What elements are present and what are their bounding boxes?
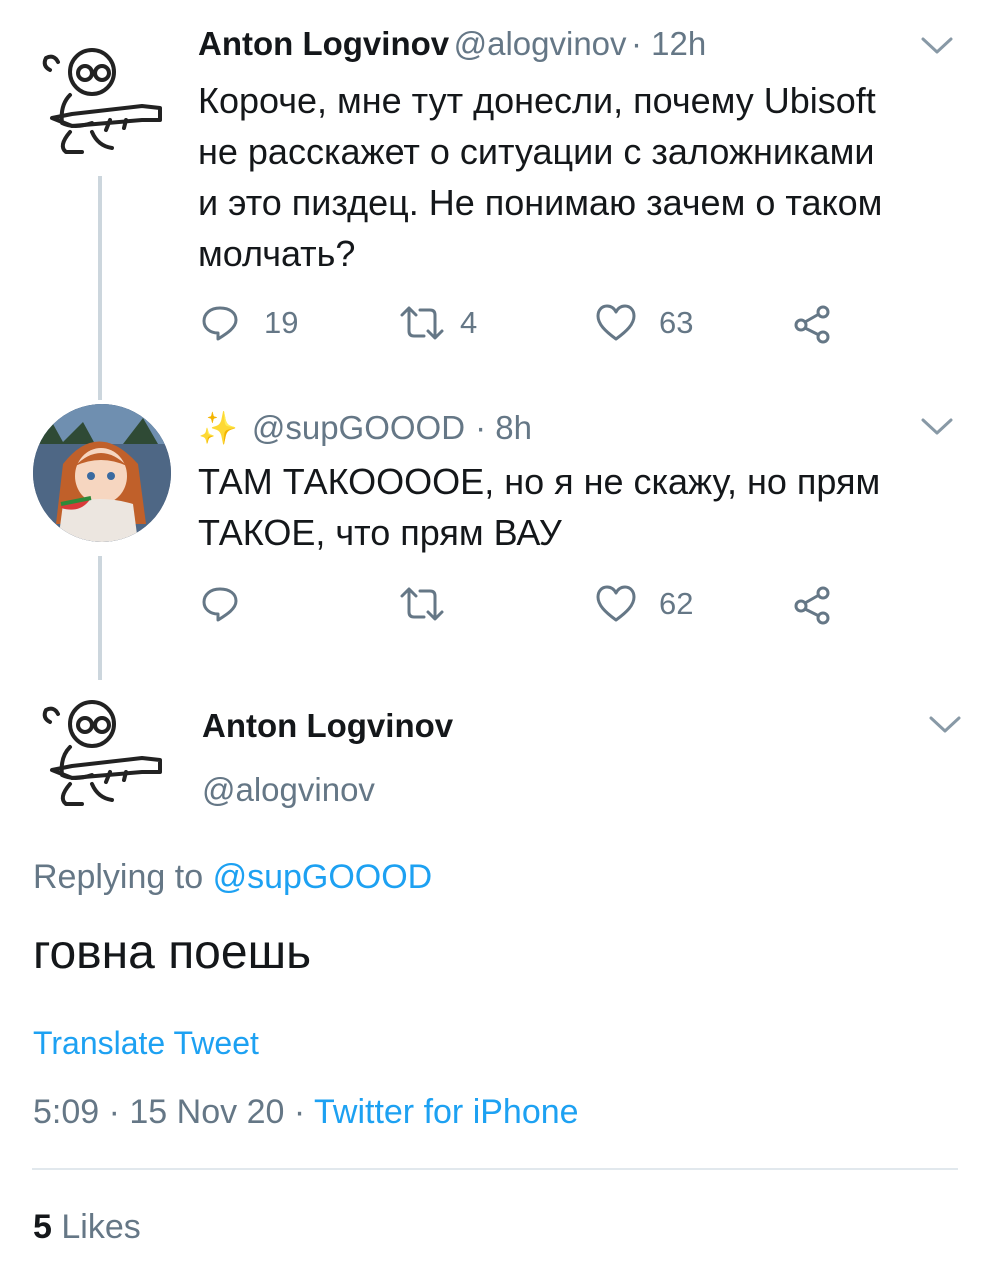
chevron-down-icon[interactable] [928,715,962,735]
author-name[interactable]: Anton Logvinov [198,25,449,62]
share-icon[interactable] [793,304,833,344]
retweet-icon [400,587,444,621]
sparkle-icon: ✨ [198,410,238,446]
like-button[interactable]: 62 [595,584,693,624]
chevron-down-icon[interactable] [920,36,954,56]
tweet-line: и это пиздец. Не понимаю зачем о таком [198,182,883,223]
likes-label: Likes [61,1208,141,1246]
reply-count: 19 [264,305,299,340]
replying-to: Replying to @supGOOOD [33,858,432,897]
author-handle[interactable]: @alogvinov [202,771,375,809]
replying-handle-link[interactable]: @supGOOOD [213,858,433,896]
share-icon[interactable] [793,585,833,625]
like-count: 63 [659,305,694,340]
avatar[interactable] [30,40,170,160]
likes-summary[interactable]: 5 Likes [33,1208,141,1247]
tweet-time[interactable]: · 12h [631,25,706,62]
likes-count: 5 [33,1208,52,1246]
author-handle[interactable]: @alogvinov [454,25,627,62]
tweet-meta: 5:09 · 15 Nov 20 · Twitter for iPhone [33,1093,579,1132]
author-name[interactable]: Anton Logvinov [202,707,453,745]
reply-button[interactable] [200,584,240,624]
reply-button[interactable]: 19 [200,303,298,343]
heart-icon [596,304,636,341]
divider [32,1168,958,1170]
tweet-line: ТАКОЕ, что прям ВАУ [198,512,562,553]
retweet-button[interactable] [398,584,446,624]
avatar[interactable] [30,692,170,812]
tweet-text: ТАМ ТАКОООOE, но я не скажу, но прям ТАК… [198,456,880,558]
retweet-count: 4 [460,305,478,340]
heart-icon [596,585,636,622]
tweet-line: не расскажет о ситуации с заложниками [198,131,875,172]
tweet-time[interactable]: · 8h [475,409,532,447]
tweet-text: Короче, мне тут донесли, почему Ubisoft … [198,75,882,279]
thread-line [98,176,102,400]
timestamp[interactable]: 5:09 · 15 Nov 20 · [33,1093,305,1131]
retweet-icon [400,306,444,340]
tweet-header: ✨ @supGOOOD · 8h [198,409,532,447]
replying-prefix: Replying to [33,858,204,896]
tweet-header: Anton Logvinov @alogvinov · 12h [198,25,706,63]
thread-line [98,556,102,680]
author-handle[interactable]: @supGOOOD [252,409,465,447]
like-button[interactable]: 63 [595,303,693,343]
source-link[interactable]: Twitter for iPhone [314,1093,579,1131]
chevron-down-icon[interactable] [920,417,954,437]
tweet-line: Короче, мне тут донесли, почему Ubisoft [198,80,876,121]
tweet-line: ТАМ ТАКОООOE, но я не скажу, но прям [198,461,881,502]
tweet-text: говна поешь [33,926,312,979]
avatar[interactable] [33,404,171,542]
retweet-button[interactable]: 4 [398,303,477,343]
like-count: 62 [659,586,694,621]
reply-icon [202,587,238,622]
translate-link[interactable]: Translate Tweet [33,1025,259,1062]
anime-avatar-image [33,404,171,542]
tweet-line: молчать? [198,233,356,274]
reply-icon [202,306,238,341]
